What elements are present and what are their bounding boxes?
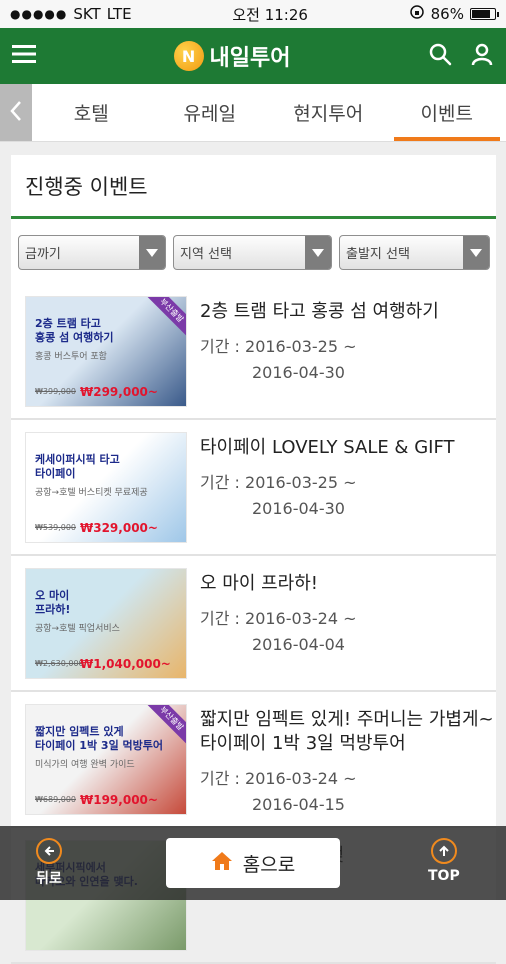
tab-local-tour[interactable]: 현지투어	[269, 84, 388, 141]
thumbnail-headline: 오 마이 프라하!	[35, 589, 70, 617]
tabs-scroll-left-button[interactable]	[0, 84, 32, 141]
tab-events[interactable]: 이벤트	[388, 84, 506, 141]
event-period: 기간 : 2016-03-24 ~ 2016-04-04	[200, 606, 357, 658]
tab-eurail[interactable]: 유레일	[151, 84, 270, 141]
period-start: 2016-03-24 ~	[245, 769, 356, 788]
thumbnail-subtext: 미식가의 여행 완벽 가이드	[35, 757, 135, 770]
departure-select[interactable]: 출발지 선택	[339, 235, 490, 270]
event-info: 짧지만 임펙트 있게! 주머니는 가볍게~ 타이페이 1박 3일 먹방투어 기간…	[187, 704, 496, 818]
thumbnail-sale-price: ₩329,000~	[80, 521, 158, 535]
clock: 오전 11:26	[232, 4, 308, 25]
thumbnail-old-price: ₩399,000	[35, 387, 76, 396]
home-button[interactable]: 홈으로	[166, 838, 340, 888]
month-select[interactable]: 금까기	[18, 235, 166, 270]
logo-text: 내일투어	[210, 40, 291, 72]
thumbnail-sale-price: ₩1,040,000~	[80, 657, 171, 671]
section-title: 진행중 이벤트	[11, 155, 496, 219]
thumbnail-headline: 케세이퍼시픽 타고 타이페이	[35, 453, 120, 481]
event-period: 기간 : 2016-03-24 ~ 2016-04-15	[200, 766, 496, 818]
period-start: 2016-03-24 ~	[245, 609, 356, 628]
dropdown-arrow-icon	[139, 236, 165, 269]
network-label: LTE	[107, 5, 132, 23]
departure-select-value: 출발지 선택	[346, 243, 410, 262]
event-period: 기간 : 2016-03-25 ~ 2016-04-30	[200, 334, 439, 386]
period-end: 2016-04-04	[200, 632, 357, 658]
home-label: 홈으로	[243, 850, 295, 877]
event-list-item[interactable]: 부산출발 짧지만 임펙트 있게 타이페이 1박 3일 먹방투어 미식가의 여행 …	[11, 692, 496, 828]
thumbnail-old-price: ₩2,630,000	[35, 659, 84, 668]
event-title: 2층 트램 타고 홍콩 섬 여행하기	[200, 300, 439, 324]
period-label: 기간 :	[200, 609, 240, 628]
back-button[interactable]: 뒤로	[36, 838, 62, 888]
thumbnail-old-price: ₩539,000	[35, 523, 76, 532]
thumbnail-headline: 2층 트램 타고 홍콩 섬 여행하기	[35, 317, 114, 345]
event-thumbnail: 부산출발 짧지만 임펙트 있게 타이페이 1박 3일 먹방투어 미식가의 여행 …	[25, 704, 187, 815]
event-info: 타이페이 LOVELY SALE & GIFT 기간 : 2016-03-25 …	[187, 432, 454, 522]
month-select-value: 금까기	[25, 243, 61, 262]
rotation-lock-icon	[409, 4, 425, 24]
thumbnail-sale-price: ₩199,000~	[80, 793, 158, 807]
status-bar: ●●●●● SKT LTE 오전 11:26 86%	[0, 0, 506, 28]
tab-hotel[interactable]: 호텔	[32, 84, 151, 141]
region-select-value: 지역 선택	[180, 243, 232, 262]
event-title: 오 마이 프라하!	[200, 572, 357, 596]
carrier-label: SKT	[73, 5, 100, 23]
logo-mark-icon: N	[174, 41, 204, 71]
user-icon[interactable]	[470, 42, 494, 70]
thumbnail-sale-price: ₩299,000~	[80, 385, 158, 399]
tab-label: 현지투어	[293, 99, 363, 126]
period-end: 2016-04-30	[200, 360, 439, 386]
event-thumbnail: 케세이퍼시픽 타고 타이페이 공항→호텔 버스티켓 무료제공 ₩539,000 …	[25, 432, 187, 543]
arrow-left-icon	[36, 838, 62, 864]
home-icon	[211, 851, 233, 876]
arrow-up-icon	[431, 838, 457, 864]
thumbnail-subtext: 공항→호텔 버스티켓 무료제공	[35, 485, 148, 498]
events-panel: 진행중 이벤트 금까기 지역 선택 출발지 선택 부산출발 2층 트램 타고 홍…	[11, 155, 496, 900]
thumbnail-old-price: ₩689,000	[35, 795, 76, 804]
event-title: 타이페이 LOVELY SALE & GIFT	[200, 436, 454, 460]
period-label: 기간 :	[200, 337, 240, 356]
event-period: 기간 : 2016-03-25 ~ 2016-04-30	[200, 470, 454, 522]
event-list-item[interactable]: 오 마이 프라하! 공항→호텔 픽업서비스 ₩2,630,000 ₩1,040,…	[11, 556, 496, 692]
category-tabs: 호텔 유레일 현지투어 이벤트	[0, 84, 506, 142]
event-title: 짧지만 임펙트 있게! 주머니는 가볍게~ 타이페이 1박 3일 먹방투어	[200, 708, 496, 756]
event-thumbnail: 부산출발 2층 트램 타고 홍콩 섬 여행하기 홍콩 버스투어 포함 ₩399,…	[25, 296, 187, 407]
chevron-left-icon	[9, 99, 23, 127]
region-select[interactable]: 지역 선택	[173, 235, 332, 270]
dropdown-arrow-icon	[305, 236, 331, 269]
event-list-item[interactable]: 케세이퍼시픽 타고 타이페이 공항→호텔 버스티켓 무료제공 ₩539,000 …	[11, 420, 496, 556]
top-label: TOP	[428, 868, 460, 884]
period-label: 기간 :	[200, 769, 240, 788]
period-label: 기간 :	[200, 473, 240, 492]
top-button[interactable]: TOP	[428, 838, 460, 884]
battery-icon	[470, 8, 496, 20]
thumbnail-subtext: 공항→호텔 픽업서비스	[35, 621, 120, 634]
event-thumbnail: 오 마이 프라하! 공항→호텔 픽업서비스 ₩2,630,000 ₩1,040,…	[25, 568, 187, 679]
period-end: 2016-04-15	[200, 792, 496, 818]
app-header: N 내일투어	[0, 28, 506, 84]
thumbnail-subtext: 홍콩 버스투어 포함	[35, 349, 107, 362]
period-start: 2016-03-25 ~	[245, 337, 356, 356]
event-list-item[interactable]: 부산출발 2층 트램 타고 홍콩 섬 여행하기 홍콩 버스투어 포함 ₩399,…	[11, 284, 496, 420]
period-start: 2016-03-25 ~	[245, 473, 356, 492]
tab-label: 호텔	[74, 99, 109, 126]
tab-label: 유레일	[184, 99, 236, 126]
battery-percent: 86%	[431, 5, 464, 23]
dropdown-arrow-icon	[463, 236, 489, 269]
period-end: 2016-04-30	[200, 496, 454, 522]
search-icon[interactable]	[428, 42, 452, 70]
brand-logo[interactable]: N 내일투어	[174, 40, 291, 72]
signal-icon: ●●●●●	[10, 7, 67, 21]
tab-label: 이벤트	[421, 99, 473, 126]
menu-icon[interactable]	[12, 44, 36, 68]
event-info: 2층 트램 타고 홍콩 섬 여행하기 기간 : 2016-03-25 ~ 201…	[187, 296, 439, 386]
back-label: 뒤로	[36, 868, 62, 888]
filter-bar: 금까기 지역 선택 출발지 선택	[11, 219, 496, 270]
event-info: 오 마이 프라하! 기간 : 2016-03-24 ~ 2016-04-04	[187, 568, 357, 658]
thumbnail-headline: 짧지만 임펙트 있게 타이페이 1박 3일 먹방투어	[35, 725, 163, 753]
